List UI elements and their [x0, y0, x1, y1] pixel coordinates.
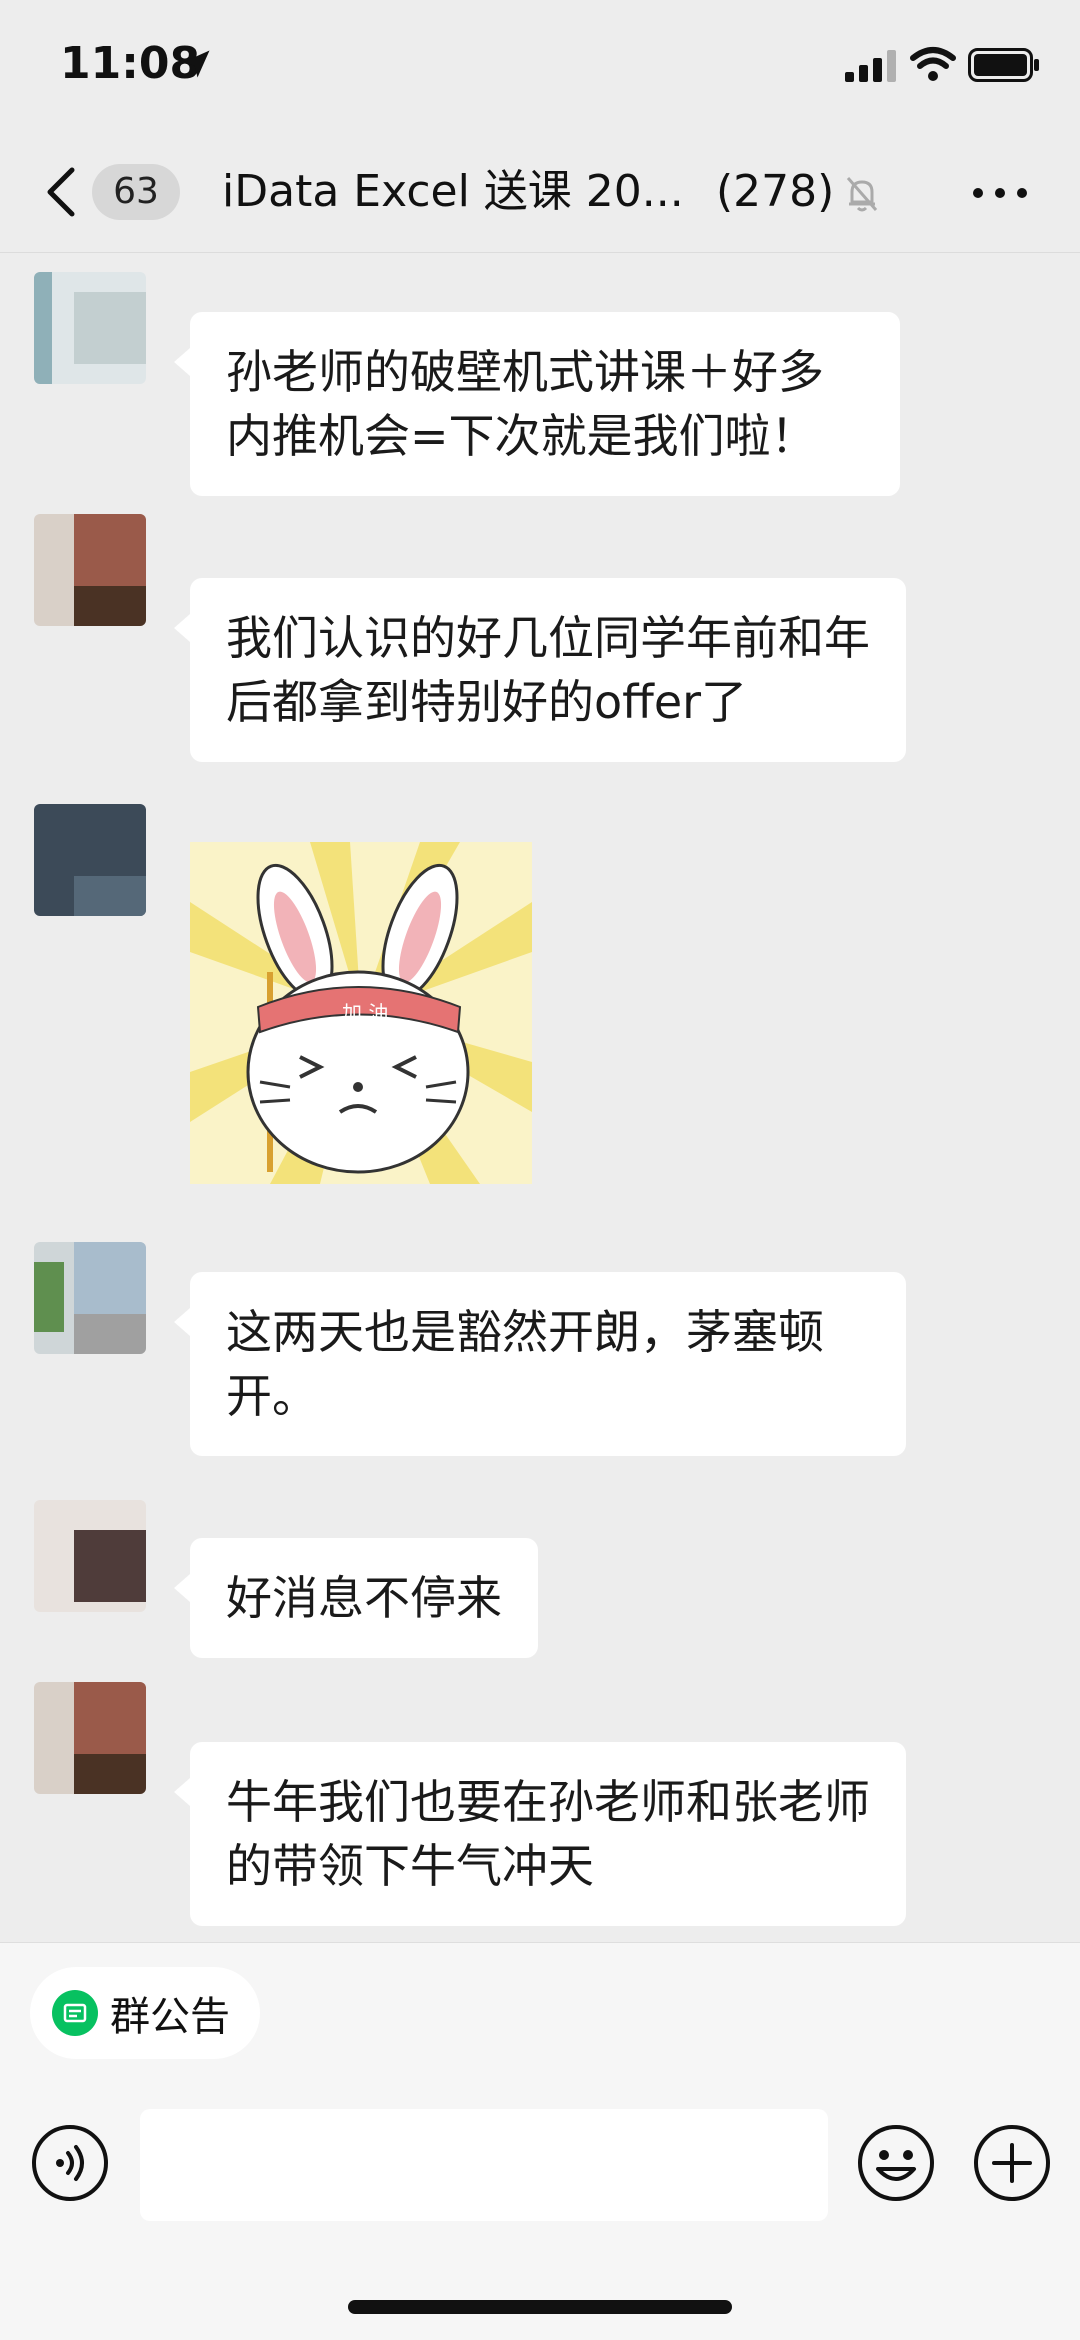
notice-icon	[52, 1990, 98, 2036]
voice-icon[interactable]	[30, 2123, 110, 2203]
message-bubble[interactable]: 我们认识的好几位同学年前和年后都拿到特别好的offer了	[174, 578, 906, 762]
group-notice-button[interactable]: 群公告	[30, 1967, 260, 2059]
chat-header: 63 iData Excel 送课 20... (278)	[0, 130, 1080, 253]
avatar[interactable]	[34, 514, 146, 626]
wifi-icon	[910, 47, 956, 81]
input-bar: 群公告	[0, 1942, 1080, 2340]
avatar[interactable]	[34, 1242, 146, 1354]
bunny-sticker[interactable]: 加 油	[190, 842, 532, 1184]
avatar[interactable]	[34, 1500, 146, 1612]
message-bubble[interactable]: 牛年我们也要在孙老师和张老师的带领下牛气冲天	[174, 1742, 906, 1926]
chat-title[interactable]: iData Excel 送课 20...	[222, 164, 684, 220]
signal-icon	[845, 50, 896, 82]
status-bar: 11:08	[0, 0, 1080, 130]
message-list[interactable]: 孙老师的破壁机式讲课＋好多内推机会=下次就是我们啦！ 我们认识的好几位同学年前和…	[0, 252, 1080, 1942]
mute-bell-icon	[846, 177, 878, 212]
unread-badge[interactable]: 63	[92, 164, 180, 220]
avatar[interactable]	[34, 804, 146, 916]
message-input[interactable]	[140, 2109, 828, 2221]
home-indicator	[348, 2300, 732, 2314]
more-icon[interactable]	[970, 178, 1030, 208]
message-bubble[interactable]: 这两天也是豁然开朗，茅塞顿开。	[174, 1272, 906, 1456]
emoji-icon[interactable]	[856, 2123, 936, 2203]
avatar[interactable]	[34, 272, 146, 384]
message-bubble[interactable]: 孙老师的破壁机式讲课＋好多内推机会=下次就是我们啦！	[174, 312, 900, 496]
avatar[interactable]	[34, 1682, 146, 1794]
plus-icon[interactable]	[972, 2123, 1052, 2203]
back-chevron-icon[interactable]	[36, 162, 86, 222]
sticker-text: 加 油	[342, 1001, 388, 1025]
location-arrow-icon	[182, 50, 210, 78]
message-bubble[interactable]: 好消息不停来	[174, 1538, 538, 1658]
battery-icon	[968, 48, 1039, 82]
notice-label: 群公告	[110, 1994, 230, 2040]
member-count[interactable]: (278)	[716, 164, 834, 220]
